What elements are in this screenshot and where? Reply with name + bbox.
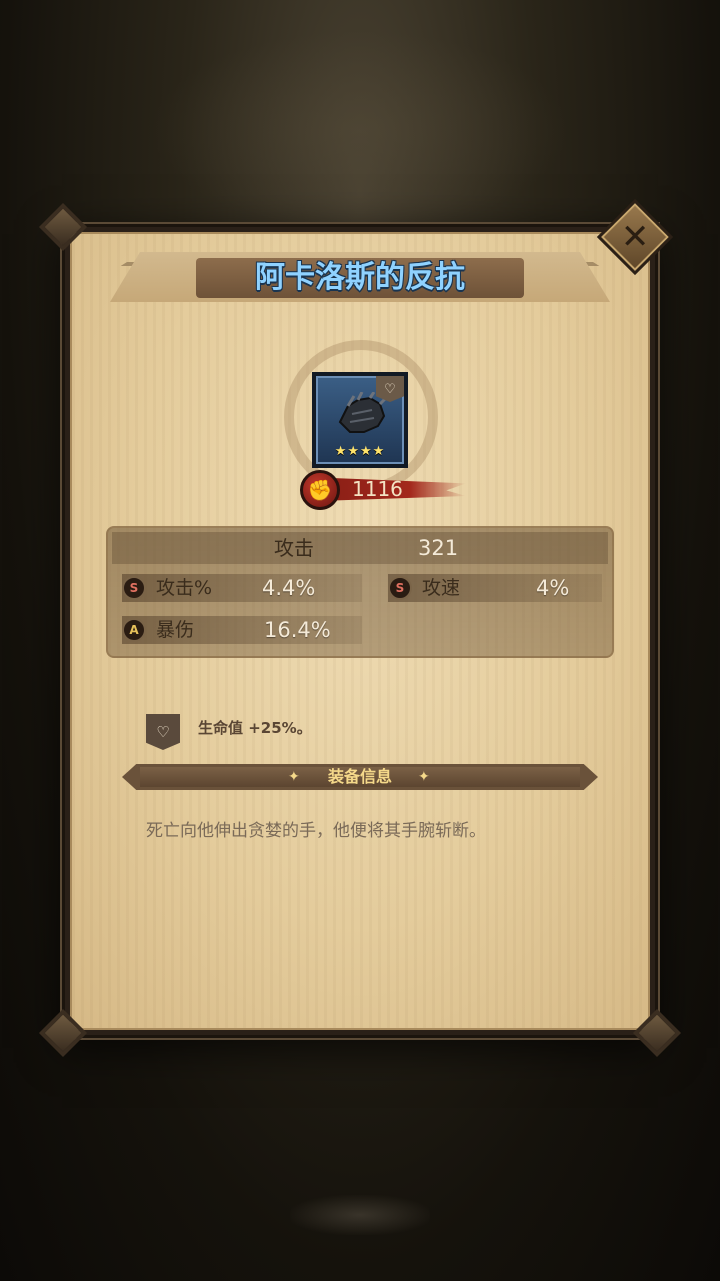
item-title: 阿卡洛斯的反抗: [255, 260, 465, 295]
bonus-text: 生命值 +25%。: [198, 719, 312, 737]
close-icon: ✕: [620, 217, 650, 257]
sub-stat-label: 暴伤: [156, 619, 195, 641]
fist-icon: ✊: [300, 470, 340, 510]
sub-stat-label: 攻速: [422, 577, 461, 599]
sub-stat-label: 攻击%: [156, 577, 213, 599]
background-glow: [150, 30, 570, 230]
item-stars: ★★★★: [334, 444, 386, 459]
sub-stat-value: 16.4%: [264, 618, 331, 642]
grade-badge: A: [122, 618, 146, 642]
grade-badge: S: [388, 576, 412, 600]
sub-stat-value: 4.4%: [262, 576, 316, 600]
main-stat-label: 攻击: [274, 536, 314, 560]
main-stat-value: 321: [418, 536, 459, 560]
item-description: 死亡向他伸出贪婪的手，他便将其手腕斩断。: [146, 821, 486, 841]
power-value: 1116: [352, 477, 403, 501]
grade-badge: S: [122, 576, 146, 600]
section-title: 装备信息: [327, 767, 392, 786]
heart-shield-icon: ♡: [146, 714, 180, 750]
main-stat-row: [112, 532, 608, 564]
background-blur: [290, 1195, 430, 1235]
sparkle-icon: ✦: [418, 769, 430, 785]
gauntlet-icon: [338, 392, 388, 433]
sub-stat-value: 4%: [536, 576, 570, 600]
